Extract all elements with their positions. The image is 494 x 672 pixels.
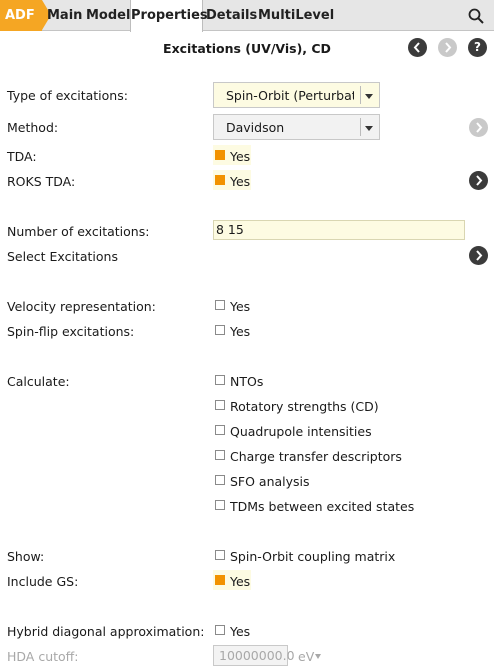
tab-details[interactable]: Details [206, 0, 257, 31]
tda-text: Yes [230, 149, 251, 164]
tdms-text: TDMs between excited states [230, 499, 415, 514]
spin-flip-label: Spin-flip excitations: [7, 324, 135, 339]
tab-model[interactable]: Model [86, 0, 130, 31]
method-select[interactable]: Davidson [213, 114, 380, 140]
help-icon[interactable]: ? [468, 38, 487, 57]
show-label: Show: [7, 549, 45, 564]
tab-adf[interactable]: ADF [0, 0, 51, 31]
dropdown-arrow-icon [365, 94, 373, 99]
select-excitations-icon[interactable] [469, 246, 488, 265]
roks-tda-details-icon[interactable] [469, 171, 488, 190]
quadrupole-intensities-checkbox[interactable] [215, 425, 225, 435]
unit-dropdown-arrow-icon [315, 654, 321, 659]
velocity-representation-text: Yes [230, 299, 251, 314]
include-gs-label: Include GS: [7, 574, 79, 589]
sfo-analysis-text: SFO analysis [230, 474, 310, 489]
hybrid-diagonal-label: Hybrid diagonal approximation: [7, 624, 205, 639]
rotatory-strengths-checkbox[interactable] [215, 400, 225, 410]
method-label: Method: [7, 120, 59, 135]
charge-transfer-descriptors-checkbox[interactable] [215, 450, 225, 460]
quadrupole-intensities-text: Quadrupole intensities [230, 424, 372, 439]
tdms-checkbox[interactable] [215, 500, 225, 510]
hybrid-diagonal-text: Yes [230, 624, 251, 639]
ntos-checkbox[interactable] [215, 375, 225, 385]
tda-label: TDA: [7, 149, 37, 164]
method-value: Davidson [226, 120, 285, 135]
spin-flip-text: Yes [230, 324, 251, 339]
charge-transfer-descriptors-text: Charge transfer descriptors [230, 449, 402, 464]
type-of-excitations-select[interactable]: Spin-Orbit (Perturbative) [213, 82, 380, 108]
roks-tda-checkbox[interactable] [215, 175, 225, 185]
velocity-representation-checkbox[interactable] [215, 300, 225, 310]
tda-checkbox[interactable] [215, 150, 225, 160]
type-of-excitations-value: Spin-Orbit (Perturbative) [226, 88, 354, 103]
ntos-text: NTOs [230, 374, 264, 389]
hda-cutoff-unit[interactable]: eV [298, 649, 314, 664]
dropdown-arrow-icon [365, 126, 373, 131]
spin-orbit-coupling-matrix-checkbox[interactable] [215, 550, 225, 560]
rotatory-strengths-text: Rotatory strengths (CD) [230, 399, 379, 414]
calculate-label: Calculate: [7, 374, 70, 389]
tab-properties[interactable]: Properties [130, 0, 208, 32]
tab-bar: ADF Main Model Properties Details MultiL… [0, 0, 494, 32]
sfo-analysis-checkbox[interactable] [215, 475, 225, 485]
number-of-excitations-label: Number of excitations: [7, 224, 150, 239]
hda-cutoff-label: HDA cutoff: [7, 649, 79, 664]
number-of-excitations-input[interactable]: 8 15 [213, 220, 465, 240]
hda-cutoff-input[interactable]: 10000000.0 [213, 645, 295, 666]
forward-icon[interactable] [438, 38, 457, 57]
roks-tda-label: ROKS TDA: [7, 174, 76, 189]
roks-tda-text: Yes [230, 174, 251, 189]
velocity-representation-label: Velocity representation: [7, 299, 156, 314]
search-icon[interactable] [468, 8, 484, 24]
tab-main[interactable]: Main [47, 0, 82, 31]
tab-multilevel[interactable]: MultiLevel [258, 0, 334, 31]
include-gs-text: Yes [230, 574, 251, 589]
spin-flip-checkbox[interactable] [215, 325, 225, 335]
include-gs-checkbox[interactable] [215, 575, 225, 585]
method-details-icon[interactable] [469, 118, 488, 137]
hybrid-diagonal-checkbox[interactable] [215, 625, 225, 635]
back-icon[interactable] [408, 38, 427, 57]
type-of-excitations-label: Type of excitations: [7, 88, 128, 103]
select-excitations-label: Select Excitations [7, 249, 118, 264]
spin-orbit-coupling-matrix-text: Spin-Orbit coupling matrix [230, 549, 396, 564]
